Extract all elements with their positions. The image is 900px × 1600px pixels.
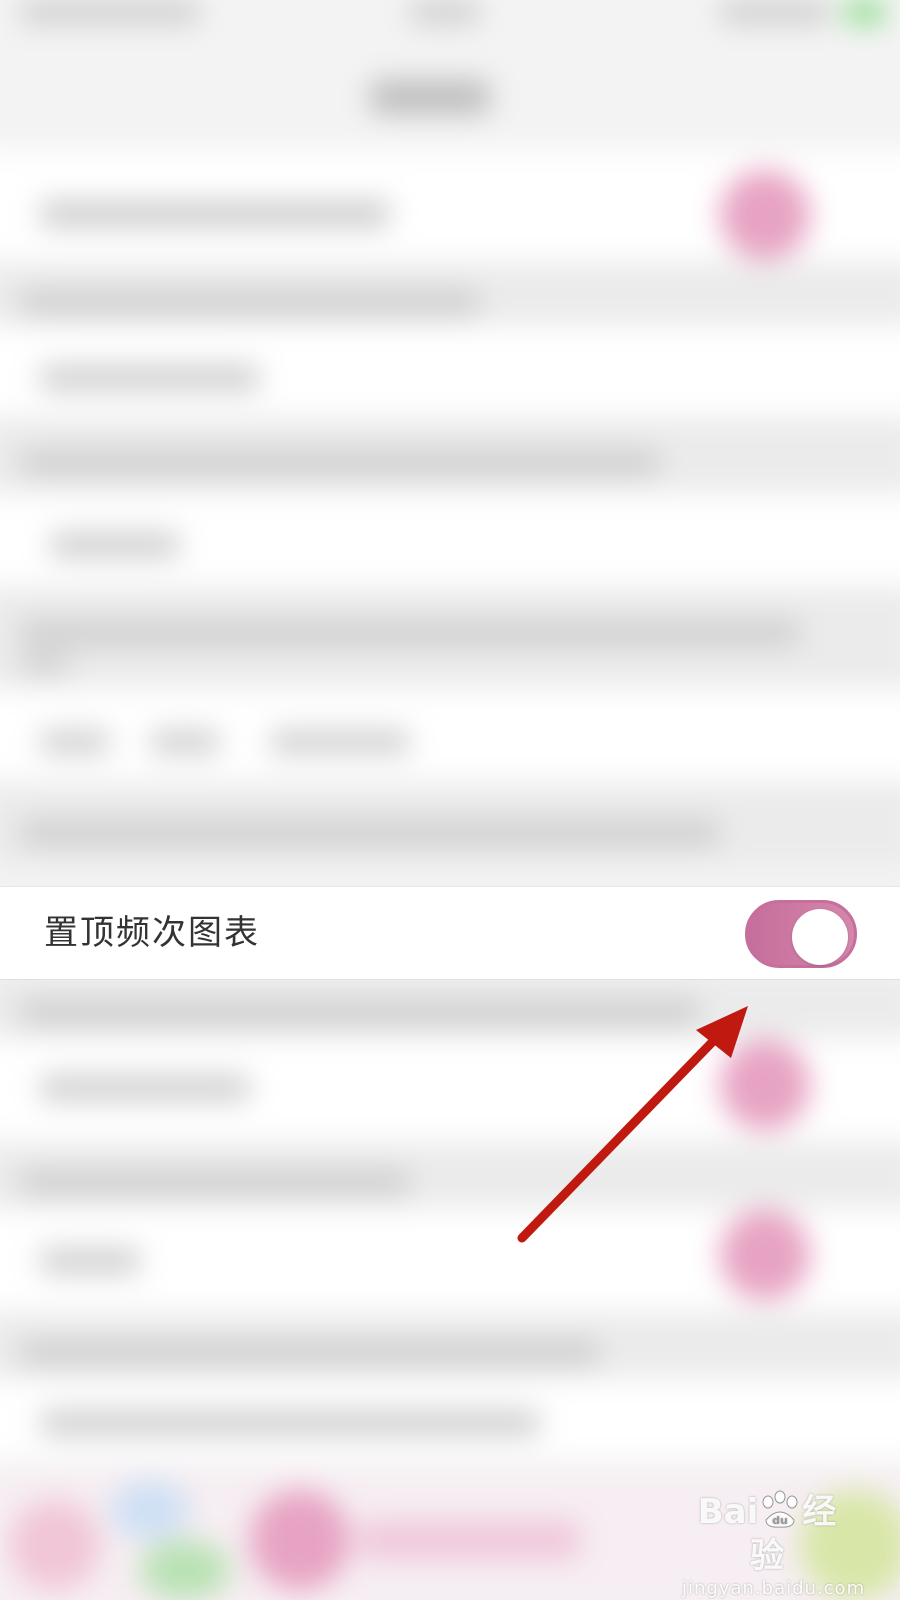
pin-frequency-chart-toggle[interactable]	[745, 900, 857, 968]
svg-text:du: du	[772, 1514, 788, 1527]
app-screen: 置顶频次图表 Bai du 经验 jingyan.baidu.com	[0, 0, 900, 1600]
setting-row-label: 置顶频次图表	[44, 913, 260, 953]
blurred-background	[0, 0, 900, 1600]
watermark-url: jingyan.baidu.com	[682, 1578, 866, 1599]
status-bar	[0, 0, 900, 30]
watermark-brand: Bai du 经验	[682, 1490, 852, 1578]
baidu-paw-icon: du	[762, 1490, 798, 1528]
setting-row-pin-frequency-chart: 置顶频次图表	[0, 886, 900, 980]
toggle-knob	[792, 909, 848, 965]
baidu-jingyan-watermark: Bai du 经验 jingyan.baidu.com	[682, 1490, 864, 1599]
